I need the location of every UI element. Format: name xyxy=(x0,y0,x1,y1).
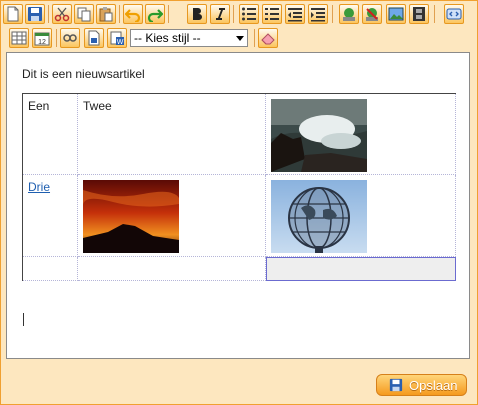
numbered-list-button[interactable] xyxy=(262,4,282,24)
italic-icon xyxy=(216,8,225,20)
save-button[interactable] xyxy=(25,4,45,24)
new-document-icon xyxy=(7,6,19,22)
cell-text: Twee xyxy=(83,99,112,113)
link-globe-icon xyxy=(343,8,355,21)
image-icon xyxy=(388,7,404,21)
word-paste-icon: W xyxy=(110,31,124,46)
save-button-label: Opslaan xyxy=(409,377,458,393)
redo-arrow-icon xyxy=(147,9,163,22)
insert-date-button[interactable]: 12 xyxy=(32,28,52,48)
clipboard-paste-icon xyxy=(99,7,113,22)
insert-table-button[interactable] xyxy=(9,28,29,48)
copy-icon xyxy=(77,7,91,22)
bold-icon xyxy=(193,8,202,20)
eraser-icon xyxy=(261,33,275,45)
toolbar-separator xyxy=(254,29,255,47)
eraser-button[interactable] xyxy=(258,28,278,48)
bold-button[interactable] xyxy=(187,4,207,24)
insert-link-button[interactable] xyxy=(339,4,359,24)
volcano-sunset-image[interactable] xyxy=(83,180,179,253)
new-document-button[interactable] xyxy=(3,4,23,24)
copy-button[interactable] xyxy=(74,4,94,24)
paste-button[interactable] xyxy=(96,4,116,24)
table-cell[interactable]: Drie xyxy=(22,174,78,257)
word-paste-button[interactable]: W xyxy=(107,28,127,48)
save-submit-button[interactable]: Opslaan xyxy=(376,374,467,396)
table-cell[interactable] xyxy=(22,256,78,281)
document-properties-button[interactable] xyxy=(84,28,104,48)
content-table[interactable]: Een Twee Drie xyxy=(22,93,456,281)
chevron-down-icon xyxy=(236,36,244,41)
table-icon xyxy=(11,31,27,45)
cell-text xyxy=(23,257,77,262)
spell-check-icon xyxy=(63,34,77,42)
indent-icon xyxy=(311,8,325,22)
style-select[interactable]: -- Kies stijl -- xyxy=(130,29,248,47)
cell-link[interactable]: Drie xyxy=(23,175,77,194)
table-cell[interactable]: Een xyxy=(22,93,78,175)
remove-link-button[interactable] xyxy=(362,4,382,24)
svg-text:W: W xyxy=(117,39,124,46)
italic-button[interactable] xyxy=(210,4,230,24)
cut-button[interactable] xyxy=(52,4,72,24)
source-code-icon xyxy=(446,8,462,20)
table-cell[interactable] xyxy=(77,174,266,257)
table-cell[interactable] xyxy=(265,174,456,257)
toolbar-separator xyxy=(119,5,120,23)
intro-paragraph: Dit is een nieuwsartikel xyxy=(22,67,145,81)
svg-text:12: 12 xyxy=(38,39,46,46)
floppy-disk-icon xyxy=(28,7,42,21)
cell-text xyxy=(78,257,265,262)
floppy-disk-icon xyxy=(389,378,403,392)
table-row xyxy=(22,256,456,281)
spell-check-button[interactable] xyxy=(60,28,80,48)
calendar-icon: 12 xyxy=(34,32,50,46)
table-cell-selected[interactable] xyxy=(265,256,456,281)
cell-text: Een xyxy=(28,99,50,113)
wave-crashing-on-rocks-image[interactable] xyxy=(271,99,367,172)
toolbar-separator xyxy=(332,5,333,23)
insert-image-button[interactable] xyxy=(386,4,406,24)
indent-button[interactable] xyxy=(308,4,328,24)
insert-video-button[interactable] xyxy=(409,4,429,24)
outdent-button[interactable] xyxy=(285,4,305,24)
text-cursor xyxy=(23,313,24,326)
bullet-list-icon xyxy=(242,7,256,21)
toolbar-separator xyxy=(48,5,49,23)
bullet-list-button[interactable] xyxy=(239,4,259,24)
unlink-icon xyxy=(366,8,378,21)
table-row: Een Twee xyxy=(22,93,456,175)
document-properties-icon xyxy=(88,30,100,46)
outdent-icon xyxy=(288,8,302,22)
table-cell[interactable] xyxy=(77,256,266,281)
table-row: Drie xyxy=(22,174,456,257)
globe-unisphere-image[interactable] xyxy=(271,180,367,253)
film-strip-icon xyxy=(413,7,425,21)
style-select-value: -- Kies stijl -- xyxy=(134,31,201,45)
numbered-list-icon xyxy=(265,8,279,20)
editor-toolbar: 12 W -- Kies stijl -- xyxy=(3,3,473,49)
redo-button[interactable] xyxy=(145,4,165,24)
toolbar-separator xyxy=(233,5,234,23)
undo-button[interactable] xyxy=(123,4,143,24)
source-code-button[interactable] xyxy=(444,4,464,24)
table-cell[interactable] xyxy=(265,93,456,175)
table-cell[interactable]: Twee xyxy=(77,93,266,175)
undo-arrow-icon xyxy=(125,9,141,22)
cell-text xyxy=(266,257,455,262)
editor-content-area[interactable]: Dit is een nieuwsartikel Een Twee Drie xyxy=(6,52,470,359)
toolbar-separator xyxy=(434,5,435,23)
toolbar-separator xyxy=(56,29,57,47)
scissors-icon xyxy=(54,7,70,22)
toolbar-separator xyxy=(168,5,169,23)
